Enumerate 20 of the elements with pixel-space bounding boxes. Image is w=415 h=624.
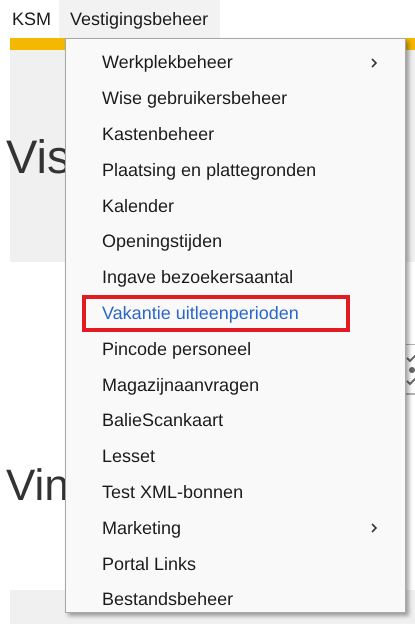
menu-item[interactable]: Kalender	[83, 188, 384, 224]
menu-item[interactable]: Test XML-bonnen	[83, 474, 384, 510]
menu-item[interactable]: Portal Links	[83, 546, 384, 582]
menu-item[interactable]: Magazijnaanvragen	[83, 367, 384, 403]
menu-item[interactable]: Plaatsing en plattegronden	[83, 152, 384, 188]
menu-bar-item[interactable]: KSM	[4, 0, 60, 38]
menu-item[interactable]: Pincode personeel	[83, 331, 384, 368]
menu-bar-item[interactable]: Vestigingsbeheer	[59, 0, 220, 38]
menu-item[interactable]: Lesset	[83, 438, 384, 475]
status-icons	[405, 344, 415, 396]
menu-item[interactable]: Ingave bezoekersaantal	[83, 260, 384, 296]
menu-item[interactable]: Wise gebruikersbeheer	[83, 80, 384, 117]
menu-item[interactable]: Marketing	[83, 510, 384, 546]
menu-item[interactable]: Bestandsbeheer	[83, 582, 384, 618]
menu-item[interactable]: BalieScankaart	[83, 402, 384, 439]
menu-item[interactable]: Vakantie uitleenperioden	[83, 296, 349, 332]
heading: Vin	[6, 464, 69, 508]
menu-item[interactable]: Openingstijden	[83, 224, 384, 260]
menu-item[interactable]: Kastenbeheer	[83, 116, 384, 152]
menu-item[interactable]: Werkplekbeheer	[83, 45, 384, 81]
